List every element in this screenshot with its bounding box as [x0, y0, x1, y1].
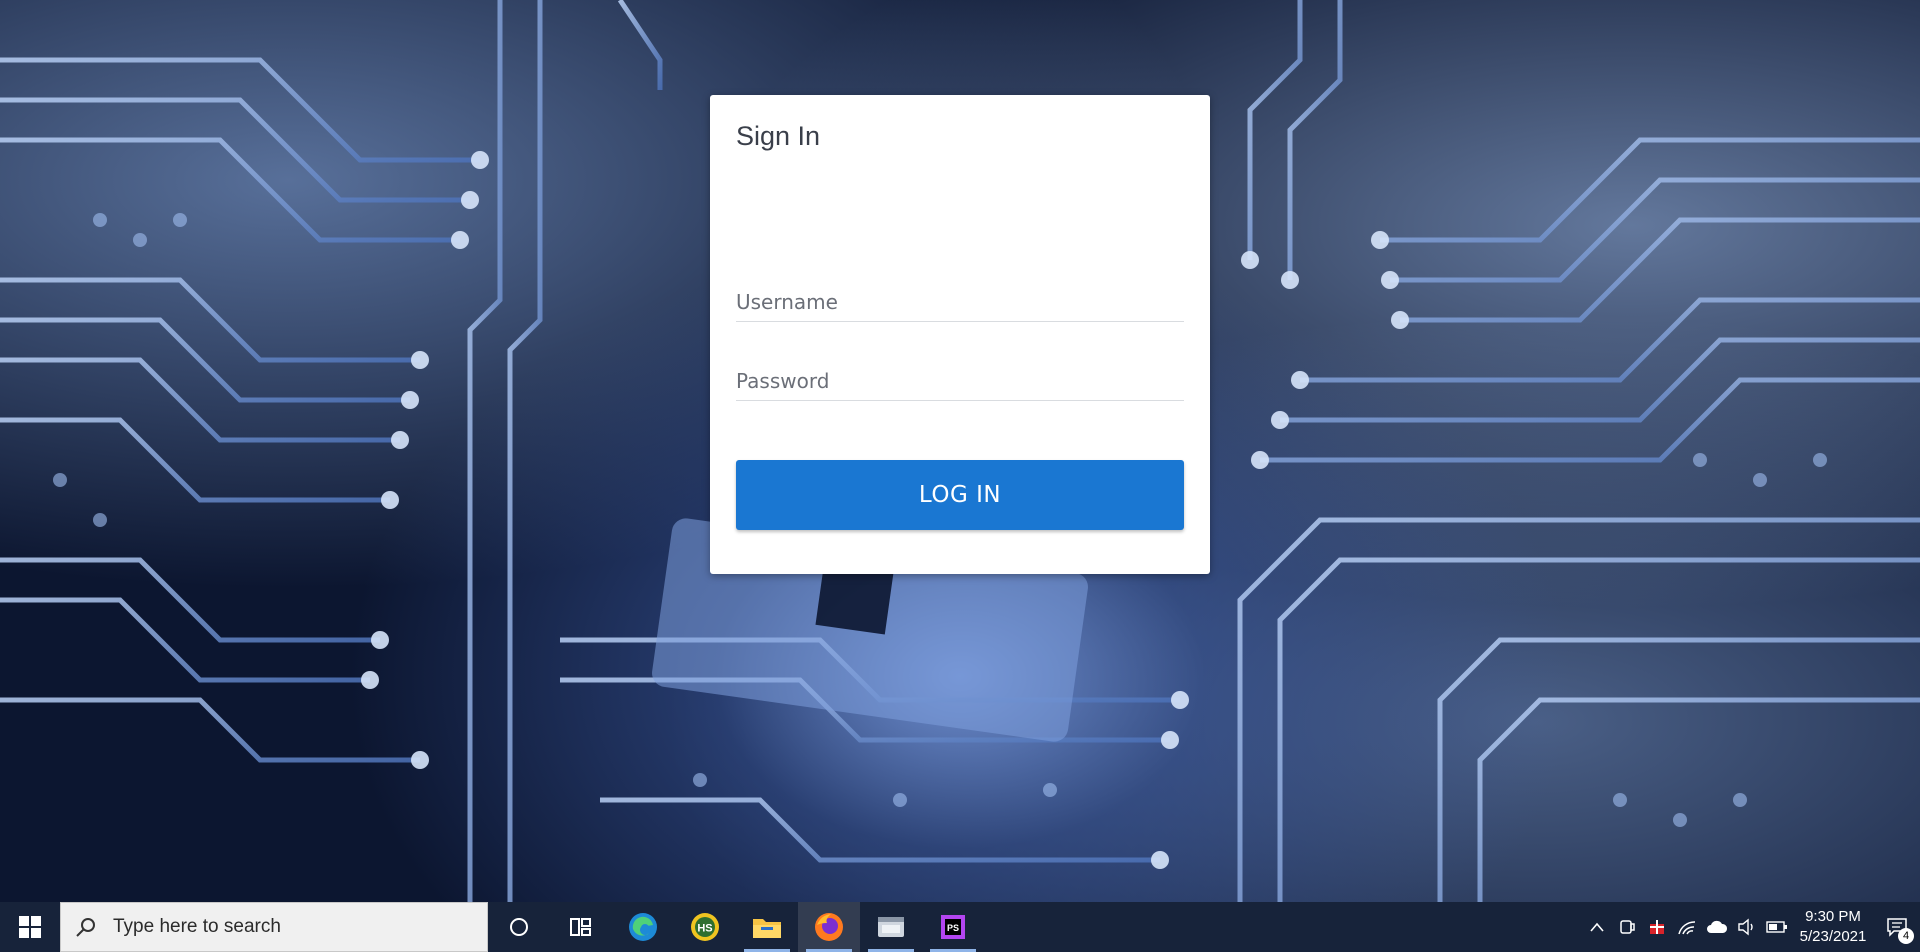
- username-input[interactable]: [736, 282, 1184, 322]
- edge-button[interactable]: [612, 902, 674, 952]
- window-app-icon: [878, 917, 904, 937]
- system-tray: 9:30 PM 5/23/2021 4: [1582, 902, 1920, 952]
- clock-date: 5/23/2021: [1799, 928, 1867, 945]
- cortana-button[interactable]: [488, 902, 550, 952]
- battery-icon: [1766, 921, 1787, 933]
- hs-app-icon: HS: [691, 913, 719, 941]
- file-explorer-button[interactable]: [736, 902, 798, 952]
- window-app-button[interactable]: [860, 902, 922, 952]
- windows-taskbar: HS PS: [0, 902, 1920, 952]
- sign-in-title: Sign In: [736, 121, 821, 151]
- task-view-button[interactable]: [550, 902, 612, 952]
- start-button[interactable]: [0, 902, 60, 952]
- phpstorm-icon: PS: [941, 915, 965, 939]
- phpstorm-label: PS: [947, 923, 959, 933]
- log-in-button[interactable]: LOG IN: [736, 460, 1184, 530]
- edge-icon: [629, 913, 657, 941]
- taskbar-search-input[interactable]: [111, 915, 475, 939]
- hs-app-label: HS: [697, 923, 712, 935]
- cortana-icon: [510, 918, 528, 936]
- phpstorm-button[interactable]: PS: [922, 902, 984, 952]
- password-input[interactable]: [736, 361, 1184, 401]
- desktop-background: Sign In LOG IN: [0, 0, 1920, 902]
- hs-app-button[interactable]: HS: [674, 902, 736, 952]
- taskbar-search-box[interactable]: [60, 902, 488, 952]
- clock-time: 9:30 PM: [1805, 908, 1861, 925]
- taskbar-clock[interactable]: 9:30 PM 5/23/2021: [1792, 907, 1874, 947]
- chevron-up-icon: [1590, 922, 1604, 932]
- onedrive-tray-button[interactable]: [1702, 902, 1732, 952]
- task-view-icon: [570, 918, 591, 936]
- notification-count-badge: 4: [1898, 928, 1914, 944]
- action-center-button[interactable]: 4: [1874, 902, 1920, 952]
- firefox-button[interactable]: [798, 902, 860, 952]
- volume-tray-button[interactable]: [1732, 902, 1762, 952]
- speaker-icon: [1738, 918, 1753, 936]
- search-icon: [76, 918, 95, 937]
- camera-icon: [1620, 920, 1635, 934]
- wifi-tray-button[interactable]: [1672, 902, 1702, 952]
- sign-in-card: Sign In LOG IN: [710, 95, 1210, 574]
- show-hidden-icons-button[interactable]: [1582, 902, 1612, 952]
- battery-tray-button[interactable]: [1762, 902, 1792, 952]
- meet-now-tray-button[interactable]: [1612, 902, 1642, 952]
- wifi-icon: [1678, 921, 1696, 935]
- gift-tray-button[interactable]: [1642, 902, 1672, 952]
- firefox-icon: [815, 913, 843, 941]
- cloud-icon: [1707, 920, 1728, 933]
- windows-logo-icon: [19, 916, 41, 938]
- gift-icon: [1650, 920, 1664, 934]
- file-explorer-icon: [753, 919, 781, 938]
